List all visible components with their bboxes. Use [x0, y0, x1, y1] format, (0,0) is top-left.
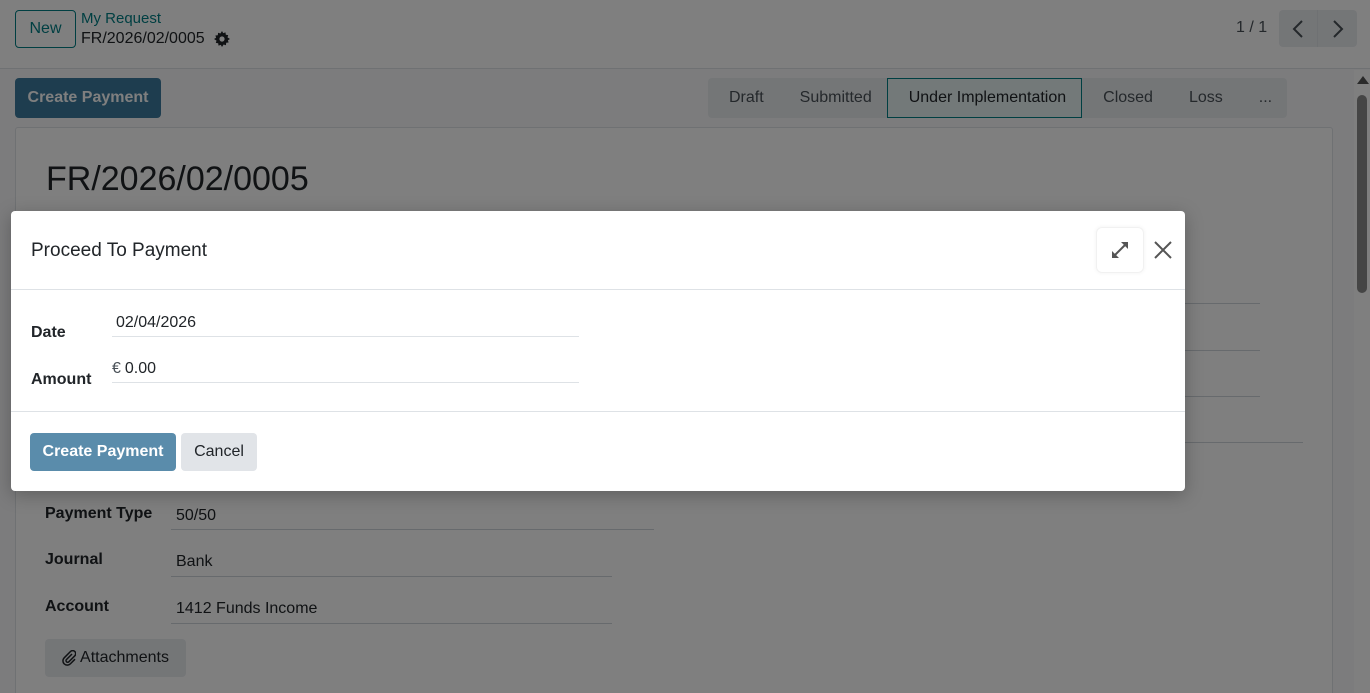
expand-icon — [1112, 242, 1128, 258]
amount-value: 0.00 — [124, 359, 157, 377]
close-icon — [1154, 241, 1172, 259]
dialog-title: Proceed To Payment — [31, 240, 208, 261]
dialog-footer: Create Payment Cancel — [11, 412, 1185, 491]
proceed-to-payment-dialog: Proceed To Payment Date 02/04/2026 Amoun… — [11, 211, 1185, 491]
create-payment-button[interactable]: Create Payment — [30, 433, 176, 471]
currency-symbol: € — [112, 359, 121, 377]
date-field[interactable]: 02/04/2026 — [112, 309, 579, 337]
cancel-button[interactable]: Cancel — [181, 433, 257, 471]
date-label: Date — [31, 324, 66, 341]
amount-label: Amount — [31, 371, 92, 388]
dialog-body: Date 02/04/2026 Amount € 0.00 — [11, 290, 1185, 412]
dialog-header: Proceed To Payment — [11, 211, 1185, 290]
expand-dialog-button[interactable] — [1096, 227, 1144, 273]
close-dialog-button[interactable] — [1152, 239, 1174, 261]
amount-field[interactable]: € 0.00 — [112, 355, 579, 383]
